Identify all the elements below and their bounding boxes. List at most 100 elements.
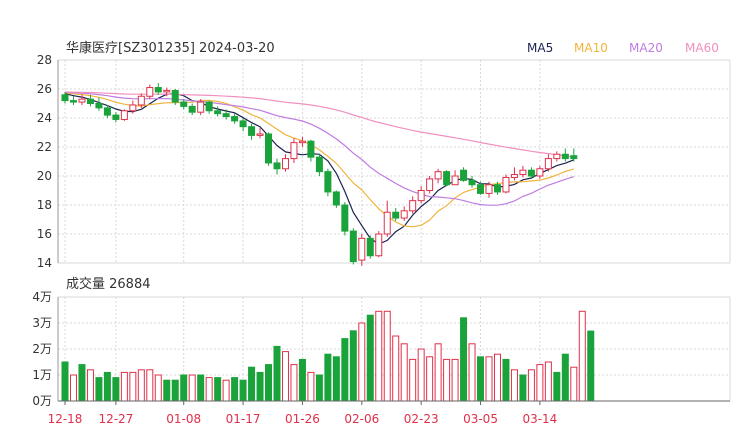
candle-body <box>400 210 408 219</box>
volume-bar <box>451 358 459 402</box>
volume-bar <box>578 310 586 402</box>
volume-bar <box>95 377 103 402</box>
candle <box>536 165 544 179</box>
candle <box>146 84 154 100</box>
chart-title: 华康医疗[SZ301235] 2024-03-20 <box>66 40 275 56</box>
volume-ytick-label: 0万 <box>32 394 52 408</box>
volume-bar <box>86 369 94 402</box>
candle <box>341 202 349 236</box>
volume-bar <box>519 374 527 402</box>
volume-bar <box>477 356 485 402</box>
volume-bar <box>409 358 417 402</box>
candle-body <box>527 169 535 177</box>
price-ytick-label: 16 <box>37 227 52 241</box>
candle <box>409 196 417 214</box>
candle <box>358 234 366 266</box>
candle <box>120 109 128 121</box>
candle-body <box>129 104 137 112</box>
volume-bar <box>383 310 391 402</box>
x-tick-label: 02-06 <box>344 412 379 426</box>
x-tick-label: 01-17 <box>226 412 261 426</box>
volume-bar <box>188 374 196 402</box>
candle-body <box>383 211 391 235</box>
volume-bar <box>197 374 205 402</box>
x-tick-label: 12-18 <box>48 412 83 426</box>
volume-bar <box>570 366 578 402</box>
volume-bar <box>214 377 222 402</box>
candle-body <box>180 101 188 107</box>
volume-bar <box>587 330 595 402</box>
chart-canvas: 28 26 24 22 20 18 16 14 4万 3万 2万 1万 0万 12-18 12-27 01-0… <box>32 40 731 426</box>
volume-bar <box>561 353 569 402</box>
volume-bar <box>137 369 145 402</box>
volume-title: 成交量 26884 <box>66 276 151 292</box>
candle <box>400 206 408 221</box>
candle-body <box>332 191 340 206</box>
candle-body <box>485 184 493 194</box>
candle <box>366 235 374 259</box>
candle <box>383 200 391 237</box>
volume-bar <box>69 374 77 402</box>
volume-bars <box>61 310 595 402</box>
candle-body <box>137 95 145 106</box>
candle-body <box>468 179 476 186</box>
x-tick-label: 03-05 <box>463 412 498 426</box>
volume-bar <box>171 379 179 402</box>
candle-body <box>112 114 120 120</box>
candle-body <box>154 87 162 93</box>
volume-bar <box>443 358 451 402</box>
candle-body <box>553 153 561 160</box>
candle-body <box>163 89 171 93</box>
candle <box>502 174 510 194</box>
candle-body <box>536 168 544 177</box>
candle <box>519 165 527 178</box>
x-tick-label: 01-26 <box>285 412 320 426</box>
candle-body <box>451 175 459 186</box>
volume-ytick-label: 2万 <box>32 342 52 356</box>
candle <box>434 168 442 184</box>
candle <box>273 158 281 175</box>
volume-bar <box>239 379 247 402</box>
volume-bar <box>527 369 535 402</box>
candle-body <box>324 171 332 193</box>
candle-body <box>69 100 77 103</box>
candle-body <box>315 156 323 173</box>
volume-bar <box>315 374 323 402</box>
candle <box>188 103 196 116</box>
volume-bar <box>281 351 289 402</box>
volume-ytick-label: 4万 <box>32 290 52 304</box>
candle <box>553 151 561 162</box>
volume-bar <box>468 343 476 402</box>
candle <box>426 176 434 194</box>
legend-ma5: MA5 <box>527 41 553 55</box>
candle <box>375 231 383 258</box>
candle <box>205 100 213 114</box>
volume-bar <box>392 335 400 402</box>
price-ytick-label: 18 <box>37 198 52 212</box>
candle-body <box>188 105 196 113</box>
volume-bar <box>460 317 468 402</box>
candle <box>154 83 162 95</box>
candles <box>61 83 578 266</box>
volume-bar <box>231 377 239 402</box>
volume-bar <box>366 314 374 402</box>
candle-body <box>434 171 442 180</box>
candle-body <box>460 169 468 181</box>
candle <box>443 170 451 187</box>
candle <box>315 154 323 176</box>
volume-bar <box>112 377 120 402</box>
candle <box>298 136 306 147</box>
candle-body <box>443 171 451 186</box>
volume-bar <box>103 371 111 402</box>
volume-bar <box>502 358 510 402</box>
volume-ytick-label: 1万 <box>32 368 52 382</box>
volume-bar <box>307 371 315 402</box>
volume-bar <box>510 369 518 402</box>
candle-body <box>248 126 256 136</box>
candle-body <box>409 200 417 212</box>
volume-bar <box>349 330 357 402</box>
candle-body <box>120 110 128 120</box>
candle-body <box>392 211 400 219</box>
candle-body <box>78 98 86 103</box>
candle <box>69 96 77 105</box>
